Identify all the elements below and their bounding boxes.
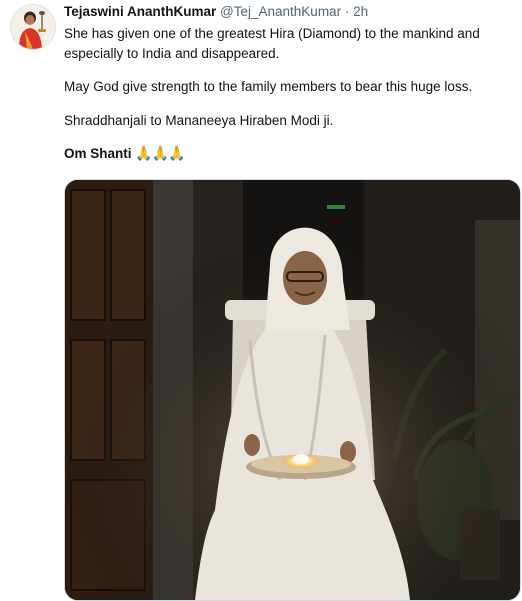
author-name[interactable]: Tejaswini AnanthKumar [64, 4, 216, 19]
separator: · [344, 4, 350, 19]
tweet-paragraph: May God give strength to the family memb… [64, 79, 473, 94]
timestamp[interactable]: 2h [353, 4, 368, 19]
tweet-photo[interactable] [64, 179, 521, 601]
tweet-card[interactable]: Tejaswini AnanthKumar @Tej_AnanthKumar ·… [0, 0, 522, 601]
tweet-line: She has given one of the greatest Hira (… [64, 26, 480, 41]
tweet-paragraph: Om Shanti 🙏🙏🙏 [64, 144, 514, 164]
om-shanti-text: Om Shanti [64, 146, 132, 161]
tweet-text: She has given one of the greatest Hira (… [64, 24, 514, 164]
tweet-content: Tejaswini AnanthKumar @Tej_AnanthKumar ·… [64, 3, 514, 164]
tweet-paragraph: Shraddhanjali to Mananeeya Hiraben Modi … [64, 112, 334, 128]
folded-hands-icon: 🙏🙏🙏 [135, 145, 185, 161]
avatar[interactable] [10, 4, 56, 50]
tweet-header: Tejaswini AnanthKumar @Tej_AnanthKumar ·… [64, 3, 514, 21]
tweet-line: especially to India and disappeared. [64, 45, 280, 61]
candle-photo-icon [65, 180, 520, 600]
author-handle[interactable]: @Tej_AnanthKumar [220, 4, 341, 19]
profile-photo-icon [11, 5, 55, 49]
